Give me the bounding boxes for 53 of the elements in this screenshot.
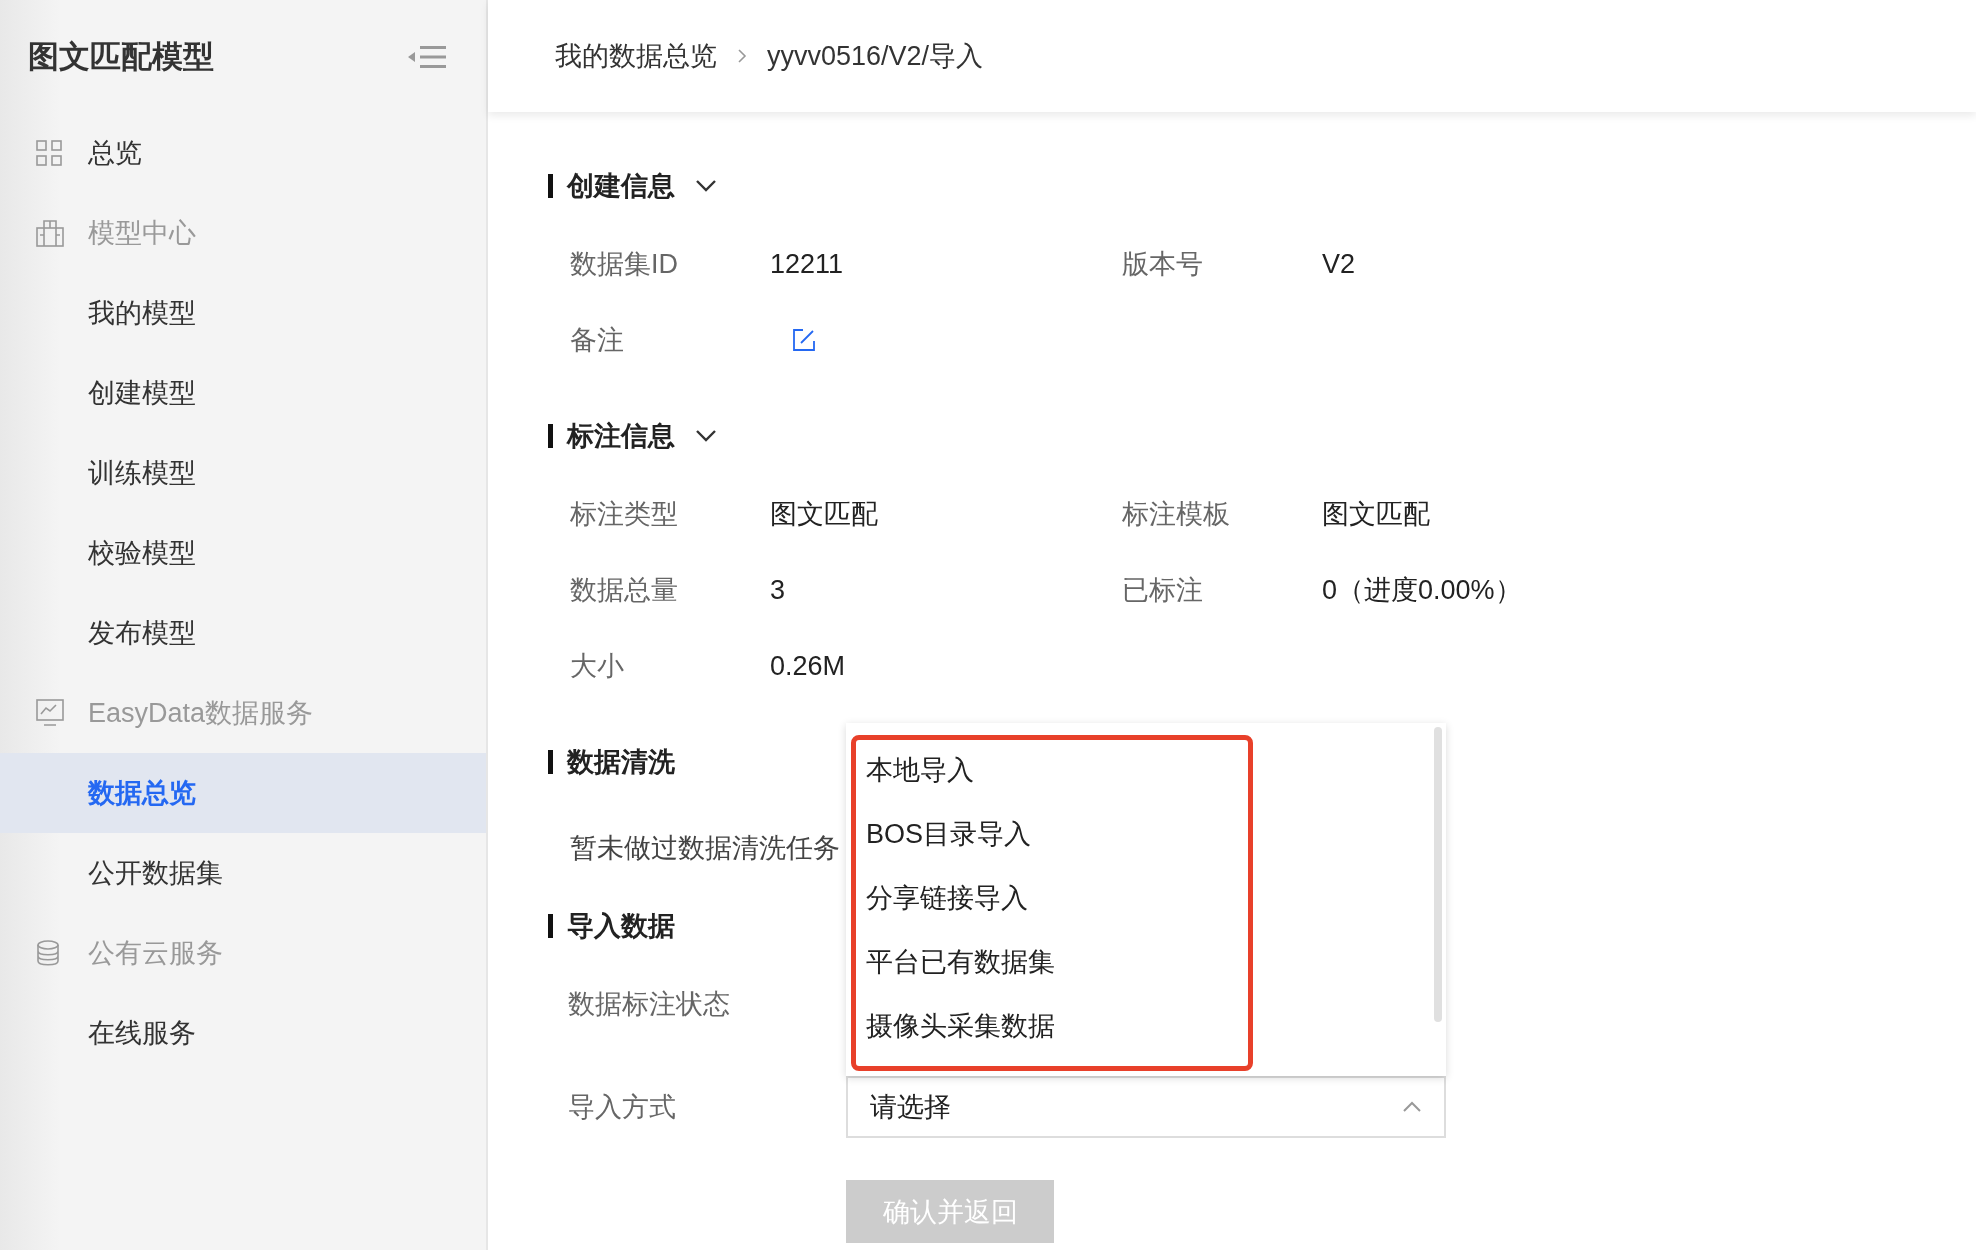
chevron-right-icon [737,48,747,64]
breadcrumb-link[interactable]: 我的数据总览 [555,38,717,74]
menu-item[interactable]: 发布模型 [0,593,486,673]
field-value: 图文匹配 [770,498,879,531]
menu-item[interactable]: 训练模型 [0,433,486,513]
empty-message: 暂未做过数据清洗任务 [570,832,840,865]
dropdown-option[interactable]: 平台已有数据集 [846,930,1446,994]
field-value: V2 [1322,248,1357,280]
section-marker [548,174,553,198]
grid-icon [36,140,62,166]
dropdown-option[interactable]: 分享链接导入 [846,866,1446,930]
chevron-down-icon[interactable] [695,429,717,443]
section-marker [548,424,553,448]
dropdown-option[interactable]: 本地导入 [846,738,1446,802]
section-title: 导入数据 [567,910,675,943]
menu-item[interactable]: 我的模型 [0,273,486,353]
field-label: 大小 [570,650,625,683]
field-label: 标注模板 [1122,498,1231,531]
menu-item[interactable]: 公开数据集 [0,833,486,913]
field-label: 标注类型 [570,498,679,531]
field-label: 版本号 [1122,248,1204,281]
section-marker [548,750,553,774]
field-label: 数据标注状态 [568,988,731,1021]
section-title: 创建信息 [567,170,675,203]
section-title: 数据清洗 [567,746,675,779]
field-label: 导入方式 [568,1091,677,1124]
menu-item[interactable]: 校验模型 [0,513,486,593]
chevron-down-icon[interactable] [695,179,717,193]
chart-monitor-icon [36,699,64,727]
select-field[interactable]: 请选择 [846,1076,1446,1138]
field-label: 数据集ID [570,248,679,281]
database-icon [36,940,60,966]
building-icon [36,219,64,247]
field-label: 已标注 [1122,574,1204,607]
dropdown-option[interactable]: BOS目录导入 [846,802,1446,866]
collapse-menu-icon[interactable] [408,43,446,70]
field-value: 0.26M [770,650,847,682]
field-value: 3 [770,574,787,606]
edit-icon[interactable] [792,328,816,352]
menu-item[interactable]: 创建模型 [0,353,486,433]
field-label: 备注 [570,324,625,357]
field-value: 图文匹配 [1322,498,1431,531]
field-value: 0（进度0.00%） [1322,574,1523,607]
scrollbar[interactable] [1434,727,1442,1022]
dropdown-option[interactable]: 摄像头采集数据 [846,994,1446,1058]
menu-item[interactable]: 总览 [0,113,486,193]
section-marker [548,914,553,938]
menu-item[interactable]: 在线服务 [0,993,486,1073]
section-title: 标注信息 [567,420,675,453]
menu-item[interactable]: 数据总览 [0,753,486,833]
field-value: 12211 [770,248,845,280]
field-label: 数据总量 [570,574,679,607]
app-title: 图文匹配模型 [28,37,214,76]
